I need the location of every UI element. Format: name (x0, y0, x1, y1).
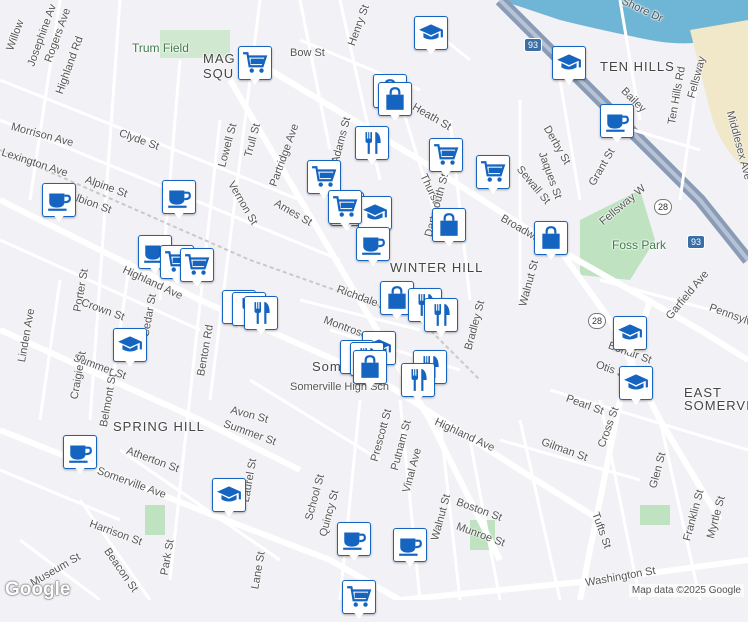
neighborhood-label: EAST SOMERVILLE (684, 385, 748, 413)
park-label: Trum Field (132, 41, 189, 55)
school-icon (358, 196, 392, 230)
park-area (640, 505, 670, 525)
neighborhood-label: MAG (203, 51, 236, 66)
shopping-cart-icon (180, 248, 214, 282)
shopping-bag-icon (432, 208, 466, 242)
poi-marker[interactable] (353, 350, 387, 392)
fork-knife-icon (355, 126, 389, 160)
route-shield: 28 (588, 313, 606, 329)
google-logo: Google (5, 579, 71, 600)
poi-marker[interactable] (42, 183, 76, 225)
poi-marker[interactable] (613, 316, 647, 358)
school-icon (619, 366, 653, 400)
poi-marker[interactable] (244, 296, 278, 338)
poi-marker[interactable] (619, 366, 653, 408)
coffee-cup-icon (42, 183, 76, 217)
poi-marker[interactable] (356, 227, 390, 269)
map-attribution[interactable]: Map data ©2025 Google (628, 584, 744, 597)
school-icon (414, 16, 448, 50)
poi-marker[interactable] (393, 528, 427, 570)
poi-marker[interactable] (162, 180, 196, 222)
poi-marker[interactable] (414, 16, 448, 58)
shopping-bag-icon (378, 82, 412, 116)
poi-marker[interactable] (355, 126, 389, 168)
park-label: Foss Park (612, 238, 667, 252)
shopping-cart-icon (342, 580, 376, 614)
city-label: Som (312, 359, 342, 374)
poi-marker[interactable] (337, 522, 371, 564)
shopping-cart-icon (429, 138, 463, 172)
poi-marker[interactable] (378, 82, 412, 124)
poi-marker[interactable] (212, 478, 246, 520)
poi-marker[interactable] (600, 104, 634, 146)
shopping-cart-icon (307, 160, 341, 194)
coffee-cup-icon (337, 522, 371, 556)
neighborhood-label: TEN HILLS (600, 59, 675, 74)
poi-marker[interactable] (342, 580, 376, 622)
poi-marker[interactable] (238, 46, 272, 88)
poi-marker[interactable] (476, 155, 510, 197)
park-area (145, 505, 165, 535)
neighborhood-label: SQU (203, 66, 235, 81)
poi-marker[interactable] (401, 363, 435, 405)
neighborhood-label: SPRING HILL (113, 419, 205, 434)
poi-marker[interactable] (63, 435, 97, 477)
fork-knife-icon (424, 298, 458, 332)
poi-marker[interactable] (180, 248, 214, 290)
fork-knife-icon (401, 363, 435, 397)
shopping-bag-icon (353, 350, 387, 384)
road-somerville-ave (0, 427, 402, 600)
poi-marker[interactable] (113, 328, 147, 370)
neighborhood-label: WINTER HILL (390, 260, 484, 275)
poi-marker[interactable] (429, 138, 463, 180)
poi-marker[interactable] (534, 221, 568, 263)
school-icon (113, 328, 147, 362)
shopping-cart-icon (328, 190, 362, 224)
coffee-cup-icon (600, 104, 634, 138)
shopping-cart-icon (238, 46, 272, 80)
poi-marker[interactable] (424, 298, 458, 340)
highway-shield: 93 (524, 38, 543, 52)
street-label: Bow St (290, 47, 325, 59)
poi-marker[interactable] (328, 190, 362, 232)
school-icon (552, 46, 586, 80)
school-icon (212, 478, 246, 512)
shopping-cart-icon (476, 155, 510, 189)
coffee-cup-icon (162, 180, 196, 214)
highway-shield: 93 (687, 235, 706, 249)
shopping-bag-icon (534, 221, 568, 255)
poi-marker[interactable] (552, 46, 586, 88)
route-shield: 28 (654, 199, 672, 215)
fork-knife-icon (244, 296, 278, 330)
coffee-cup-icon (356, 227, 390, 261)
coffee-cup-icon (393, 528, 427, 562)
coffee-cup-icon (63, 435, 97, 469)
school-icon (613, 316, 647, 350)
poi-marker[interactable] (432, 208, 466, 250)
